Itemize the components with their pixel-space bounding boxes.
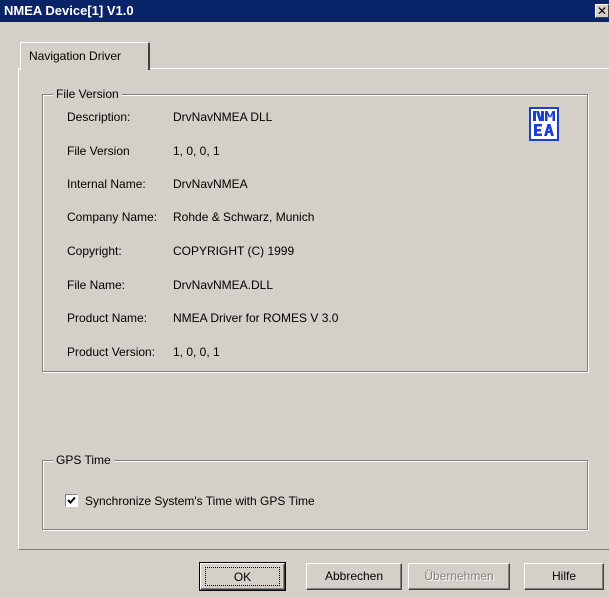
- title-bar[interactable]: NMEA Device[1] V1.0 ✕: [0, 0, 609, 22]
- info-value: DrvNavNMEA: [173, 177, 248, 191]
- info-label: Description:: [67, 110, 131, 124]
- info-value: DrvNavNMEA.DLL: [173, 278, 274, 292]
- info-label: Product Name:: [67, 311, 148, 325]
- info-label: Company Name:: [67, 210, 158, 224]
- close-icon[interactable]: ✕: [595, 4, 609, 18]
- gps-time-legend: GPS Time: [53, 453, 114, 467]
- sync-time-checkbox[interactable]: [65, 494, 78, 507]
- cancel-button[interactable]: Abbrechen: [306, 563, 402, 590]
- sync-time-label: Synchronize System's Time with GPS Time: [85, 494, 315, 508]
- info-value: 1, 0, 0, 1: [173, 345, 220, 359]
- ok-button[interactable]: OK: [199, 562, 286, 591]
- tab-label: Navigation Driver: [29, 49, 122, 63]
- info-label: Copyright:: [67, 244, 122, 258]
- file-version-group: File Version Description: DrvNavNMEA DLL…: [42, 87, 588, 372]
- file-version-legend: File Version: [53, 87, 122, 101]
- info-value: DrvNavNMEA DLL: [173, 110, 273, 124]
- ok-button-label: OK: [205, 567, 280, 586]
- gps-time-group: GPS Time Synchronize System's Time with …: [42, 453, 588, 530]
- info-label: File Version: [67, 144, 130, 158]
- tab-navigation-driver[interactable]: Navigation Driver: [20, 42, 150, 70]
- info-label: File Name:: [67, 278, 126, 292]
- nmea-logo-icon: [529, 107, 559, 141]
- info-label: Product Version:: [67, 345, 156, 359]
- info-value: COPYRIGHT (C) 1999: [173, 244, 295, 258]
- window-title: NMEA Device[1] V1.0: [4, 3, 134, 18]
- info-value: 1, 0, 0, 1: [173, 144, 220, 158]
- help-button[interactable]: Hilfe: [524, 563, 604, 590]
- dialog-window: NMEA Device[1] V1.0 ✕ Navigation Driver …: [0, 0, 609, 598]
- apply-button[interactable]: Übernehmen: [408, 563, 510, 590]
- info-label: Internal Name:: [67, 177, 146, 191]
- info-value: Rohde & Schwarz, Munich: [173, 210, 315, 224]
- info-value: NMEA Driver for ROMES V 3.0: [173, 311, 339, 325]
- checkmark-icon: [67, 496, 76, 504]
